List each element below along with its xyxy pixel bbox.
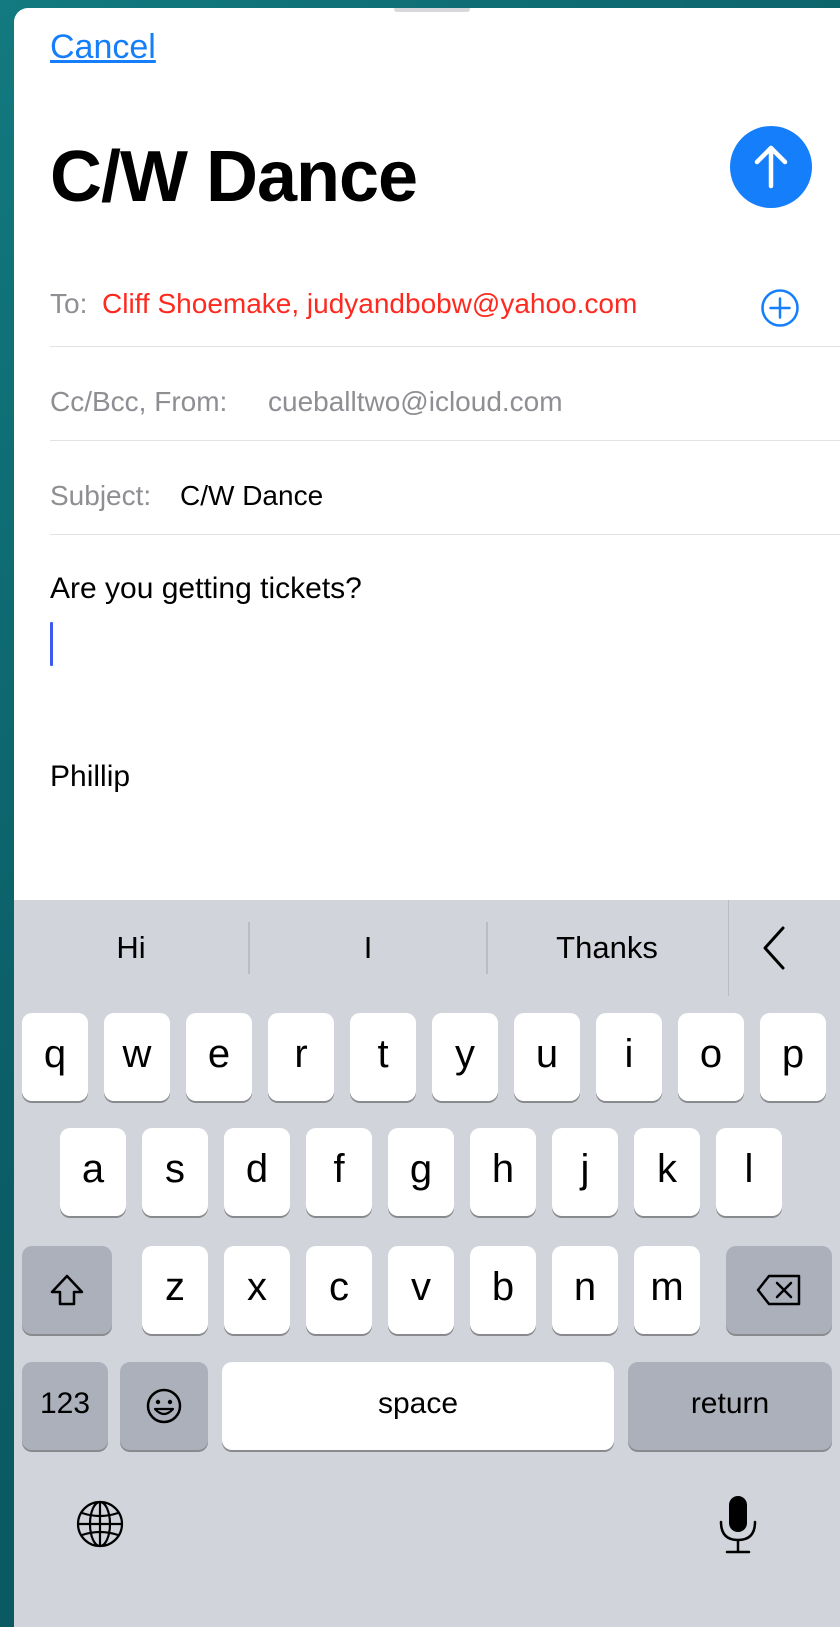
key-w[interactable]: w: [104, 1013, 170, 1101]
numbers-key[interactable]: 123: [22, 1362, 108, 1450]
signature: Phillip: [50, 760, 131, 793]
key-y[interactable]: y: [432, 1013, 498, 1101]
key-t[interactable]: t: [350, 1013, 416, 1101]
key-label: w: [122, 1031, 152, 1076]
from-address[interactable]: cueballtwo@icloud.com: [268, 386, 563, 418]
cancel-button[interactable]: Cancel: [50, 28, 156, 67]
key-label: h: [491, 1146, 515, 1191]
backspace-icon: [756, 1274, 801, 1306]
key-d[interactable]: d: [224, 1128, 290, 1216]
shift-arrow-icon: [50, 1274, 84, 1306]
key-label: c: [329, 1264, 349, 1309]
key-label: f: [333, 1146, 345, 1191]
keyboard: Hi I Thanks q w e r t y u i o p a s d f …: [14, 900, 840, 1627]
key-label: b: [491, 1264, 515, 1309]
key-label: u: [535, 1031, 559, 1076]
key-e[interactable]: e: [186, 1013, 252, 1101]
predictive-bar: Hi I Thanks: [14, 900, 840, 1000]
subject-field[interactable]: C/W Dance: [180, 480, 323, 512]
key-k[interactable]: k: [634, 1128, 700, 1216]
globe-button[interactable]: [72, 1496, 128, 1552]
key-f[interactable]: f: [306, 1128, 372, 1216]
key-x[interactable]: x: [224, 1246, 290, 1334]
key-i[interactable]: i: [596, 1013, 662, 1101]
plus-circle-icon: [761, 289, 799, 327]
subject-row: Subject: C/W Dance: [50, 442, 840, 535]
key-label: j: [580, 1146, 590, 1191]
return-key[interactable]: return: [628, 1362, 832, 1450]
key-j[interactable]: j: [552, 1128, 618, 1216]
key-a[interactable]: a: [60, 1128, 126, 1216]
key-label: q: [43, 1031, 67, 1076]
key-s[interactable]: s: [142, 1128, 208, 1216]
key-label: n: [573, 1264, 597, 1309]
key-label: space: [377, 1386, 459, 1420]
key-l[interactable]: l: [716, 1128, 782, 1216]
emoji-face-icon: [146, 1388, 182, 1424]
sheet-grabber[interactable]: [394, 8, 470, 12]
key-label: p: [781, 1031, 805, 1076]
collapse-suggestions-button[interactable]: [728, 900, 840, 996]
message-title: C/W Dance: [50, 137, 418, 217]
key-label: i: [624, 1031, 634, 1076]
to-recipients[interactable]: Cliff Shoemake, judyandbobw@yahoo.com: [102, 288, 637, 320]
key-h[interactable]: h: [470, 1128, 536, 1216]
key-c[interactable]: c: [306, 1246, 372, 1334]
chevron-left-icon: [763, 926, 785, 970]
key-label: g: [409, 1146, 433, 1191]
to-label: To:: [50, 288, 88, 319]
key-label: a: [81, 1146, 105, 1191]
key-label: m: [650, 1264, 684, 1309]
key-label: t: [377, 1031, 389, 1076]
cc-bcc-from-label: Cc/Bcc, From:: [50, 386, 228, 417]
key-p[interactable]: p: [760, 1013, 826, 1101]
key-m[interactable]: m: [634, 1246, 700, 1334]
key-label: v: [411, 1264, 431, 1309]
arrow-up-icon: [754, 145, 788, 189]
key-label: 123: [39, 1386, 91, 1420]
send-button[interactable]: [730, 126, 812, 208]
emoji-key[interactable]: [120, 1362, 208, 1450]
key-label: z: [165, 1264, 185, 1309]
key-label: e: [207, 1031, 231, 1076]
key-g[interactable]: g: [388, 1128, 454, 1216]
key-z[interactable]: z: [142, 1246, 208, 1334]
text-caret: [50, 622, 53, 666]
cc-bcc-from-row[interactable]: Cc/Bcc, From: cueballtwo@icloud.com: [50, 348, 840, 441]
subject-label: Subject:: [50, 480, 152, 511]
backspace-key[interactable]: [726, 1246, 832, 1334]
key-label: y: [455, 1031, 475, 1076]
dictation-button[interactable]: [710, 1490, 766, 1560]
to-field-row: To: Cliff Shoemake, judyandbobw@yahoo.co…: [50, 258, 840, 347]
key-r[interactable]: r: [268, 1013, 334, 1101]
shift-key[interactable]: [22, 1246, 112, 1334]
key-u[interactable]: u: [514, 1013, 580, 1101]
key-label: l: [744, 1146, 754, 1191]
message-body[interactable]: Are you getting tickets? Phillip: [50, 542, 830, 902]
key-o[interactable]: o: [678, 1013, 744, 1101]
add-contact-button[interactable]: [760, 288, 800, 328]
key-label: return: [690, 1386, 770, 1420]
suggestion-1[interactable]: Hi: [14, 930, 248, 966]
suggestion-2[interactable]: I: [250, 930, 486, 966]
microphone-icon: [719, 1496, 757, 1554]
space-key[interactable]: space: [222, 1362, 614, 1450]
key-v[interactable]: v: [388, 1246, 454, 1334]
key-label: k: [657, 1146, 677, 1191]
key-label: d: [245, 1146, 269, 1191]
globe-icon: [76, 1500, 124, 1548]
key-q[interactable]: q: [22, 1013, 88, 1101]
suggestion-3[interactable]: Thanks: [488, 930, 726, 966]
key-b[interactable]: b: [470, 1246, 536, 1334]
key-n[interactable]: n: [552, 1246, 618, 1334]
body-text-line: Are you getting tickets?: [50, 572, 362, 605]
key-label: r: [294, 1031, 308, 1076]
key-label: s: [165, 1146, 185, 1191]
key-label: o: [699, 1031, 723, 1076]
key-label: x: [247, 1264, 267, 1309]
